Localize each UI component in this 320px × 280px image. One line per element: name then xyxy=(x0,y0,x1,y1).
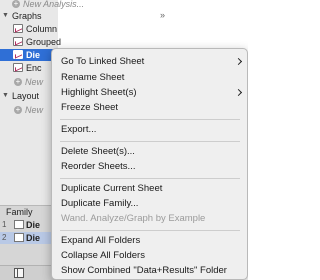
graph-item-label: Enc xyxy=(26,63,42,73)
graph-item-grouped[interactable]: Grouped xyxy=(0,36,62,48)
family-item-number: 1 xyxy=(2,220,7,229)
graph-icon xyxy=(13,63,23,72)
graph-item-selected[interactable]: Die xyxy=(0,49,58,61)
menu-item-freeze-sheet[interactable]: Freeze Sheet xyxy=(52,100,247,116)
family-item-label: Die xyxy=(26,220,41,230)
new-analysis-label: New Analysis... xyxy=(23,0,85,9)
menu-separator xyxy=(60,230,240,231)
new-layout-label: New xyxy=(25,105,44,115)
menu-item-delete-sheets[interactable]: Delete Sheet(s)... xyxy=(52,144,247,160)
submenu-arrow-icon xyxy=(234,88,243,97)
graph-icon xyxy=(13,24,23,33)
add-icon: + xyxy=(14,105,22,114)
submenu-arrow-icon xyxy=(234,57,243,66)
family-label: Family xyxy=(6,207,33,217)
menu-item-collapse-all-folders[interactable]: Collapse All Folders xyxy=(52,248,247,264)
context-menu: Go To Linked Sheet Rename Sheet Highligh… xyxy=(51,48,248,280)
menu-item-label: Show Combined "Data+Results" Folder xyxy=(61,265,227,276)
navigator-panel: + New Analysis... ▼ Graphs Column Groupe… xyxy=(0,0,84,280)
new-layout-item[interactable]: + New xyxy=(0,104,58,116)
toggle-panel-icon[interactable] xyxy=(14,268,24,278)
menu-item-expand-all-folders[interactable]: Expand All Folders xyxy=(52,233,247,249)
menu-item-label: Rename Sheet xyxy=(61,72,125,83)
menu-item-wand-analyze: Wand. Analyze/Graph by Example xyxy=(52,211,247,227)
menu-item-label: Duplicate Family... xyxy=(61,198,139,209)
menu-item-highlight-sheets[interactable]: Highlight Sheet(s) xyxy=(52,85,247,101)
menu-item-label: Freeze Sheet xyxy=(61,102,119,113)
family-item-selected[interactable]: 2 Die xyxy=(0,232,58,244)
menu-item-go-to-linked-sheet[interactable]: Go To Linked Sheet xyxy=(52,54,247,70)
navigator-tree: + New Analysis... ▼ Graphs Column Groupe… xyxy=(0,0,84,205)
navigator-footer xyxy=(0,265,58,280)
menu-item-duplicate-family[interactable]: Duplicate Family... xyxy=(52,196,247,212)
family-item-label: Die xyxy=(26,233,41,243)
add-icon: + xyxy=(12,0,20,8)
graph-icon xyxy=(13,37,23,46)
graphs-section-header[interactable]: ▼ Graphs xyxy=(0,10,58,22)
menu-item-label: Go To Linked Sheet xyxy=(61,56,145,67)
menu-item-label: Export... xyxy=(61,124,97,135)
menu-separator xyxy=(60,178,240,179)
graph-icon xyxy=(13,50,23,59)
menu-item-reorder-sheets[interactable]: Reorder Sheets... xyxy=(52,159,247,175)
menu-separator xyxy=(60,141,240,142)
family-panel: Family 1 Die 2 Die xyxy=(0,205,58,265)
new-graph-item[interactable]: + New xyxy=(0,76,58,88)
menu-item-label: Delete Sheet(s)... xyxy=(61,146,135,157)
menu-item-label: Duplicate Current Sheet xyxy=(61,183,163,194)
disclosure-down-icon: ▼ xyxy=(2,92,9,99)
family-item[interactable]: 1 Die xyxy=(0,219,58,231)
sheet-icon xyxy=(14,220,24,229)
layouts-section-header[interactable]: ▼ Layout xyxy=(0,90,58,102)
add-icon: + xyxy=(14,77,22,86)
graph-item-label: Die xyxy=(26,50,41,60)
menu-item-rename-sheet[interactable]: Rename Sheet xyxy=(52,70,247,86)
graph-item-column[interactable]: Column xyxy=(0,23,58,35)
menu-item-export[interactable]: Export... xyxy=(52,122,247,138)
graph-item-enc[interactable]: Enc xyxy=(0,62,58,74)
menu-item-show-combined-folder[interactable]: Show Combined "Data+Results" Folder xyxy=(52,263,247,279)
graph-item-label: Grouped xyxy=(26,37,62,47)
disclosure-down-icon: ▼ xyxy=(2,12,9,19)
menu-item-label: Reorder Sheets... xyxy=(61,161,136,172)
graph-item-label: Column xyxy=(26,24,58,34)
new-graph-label: New xyxy=(25,77,44,87)
menu-item-label: Expand All Folders xyxy=(61,235,141,246)
collapse-navigator-icon[interactable]: » xyxy=(160,10,165,20)
menu-item-label: Highlight Sheet(s) xyxy=(61,87,137,98)
new-analysis-item[interactable]: + New Analysis... xyxy=(0,0,84,10)
menu-item-label: Wand. Analyze/Graph by Example xyxy=(61,213,206,224)
menu-item-label: Collapse All Folders xyxy=(61,250,145,261)
layouts-section-label: Layout xyxy=(12,91,40,101)
graphs-section-label: Graphs xyxy=(12,11,42,21)
screenshot-root: + New Analysis... ▼ Graphs Column Groupe… xyxy=(0,0,248,280)
menu-item-duplicate-current-sheet[interactable]: Duplicate Current Sheet xyxy=(52,181,247,197)
menu-separator xyxy=(60,119,240,120)
family-item-number: 2 xyxy=(2,233,7,242)
graph-icon xyxy=(14,233,24,242)
